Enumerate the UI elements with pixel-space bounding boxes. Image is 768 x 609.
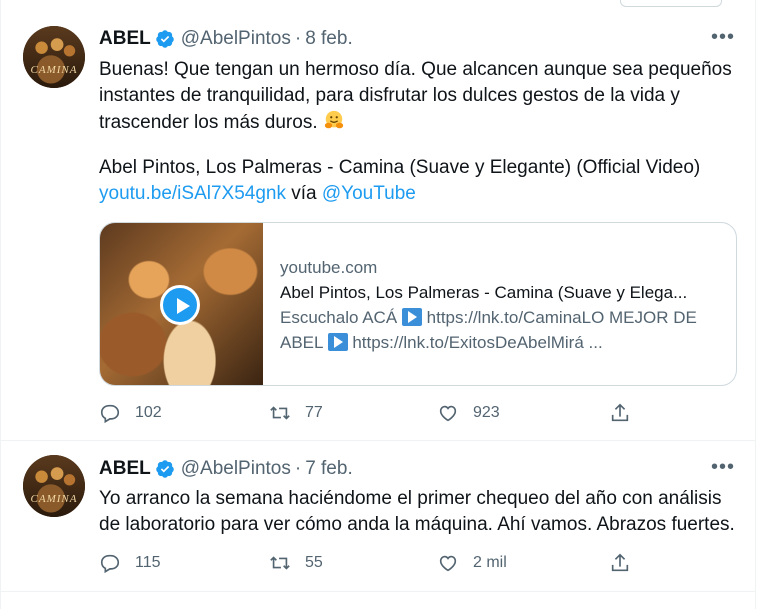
author-name[interactable]: ABEL [99, 28, 151, 50]
like-icon [439, 405, 457, 422]
tweet-text: Yo arranco la semana haciéndome el prime… [99, 488, 735, 535]
reply-icon [100, 554, 120, 574]
author-name[interactable]: ABEL [99, 458, 151, 480]
tweet-header: ABEL @AbelPintos · 8 feb. [99, 27, 353, 51]
tweet-date[interactable]: 7 feb. [305, 458, 353, 480]
reply-button[interactable]: 102 [99, 402, 162, 424]
play-button-emoji-icon [327, 333, 348, 351]
avatar-image [23, 455, 85, 517]
author-handle[interactable]: @AbelPintos [181, 458, 291, 480]
timeline: CAMINA ABEL @AbelPintos · 8 feb. ••• Bue… [0, 0, 768, 609]
share-icon [611, 553, 629, 572]
like-count: 2 mil [473, 554, 507, 571]
like-button[interactable]: 923 [437, 402, 500, 424]
separator-dot: · [294, 28, 302, 49]
retweet-button[interactable]: 77 [269, 402, 323, 424]
retweet-icon [270, 556, 290, 570]
share-icon [611, 403, 629, 422]
video-thumbnail [100, 223, 263, 385]
avatar[interactable]: CAMINA [23, 26, 85, 88]
tweet-header: ABEL @AbelPintos · 7 feb. [99, 457, 353, 481]
like-icon [439, 555, 457, 572]
card-desc-part: Escuchalo ACÁ [280, 308, 398, 327]
verified-badge-icon [155, 460, 174, 478]
verified-badge-icon [155, 30, 174, 48]
reply-count: 115 [135, 554, 161, 571]
link-preview-card[interactable]: youtube.com Abel Pintos, Los Palmeras - … [99, 222, 737, 386]
tweet[interactable]: CAMINA ABEL @AbelPintos · 8 feb. ••• Bue… [1, 0, 755, 441]
via-text: vía [291, 183, 317, 204]
retweet-count: 55 [305, 554, 323, 571]
retweet-icon [270, 406, 290, 420]
card-desc-part: https://lnk.to/ExitosDeAbelMirá ... [352, 333, 603, 352]
separator-dot: · [294, 458, 302, 479]
play-icon[interactable] [160, 285, 200, 325]
hugging-face-emoji-icon [324, 110, 344, 129]
youtube-mention[interactable]: @YouTube [322, 183, 416, 204]
reply-icon [100, 404, 120, 424]
avatar-logo-text: CAMINA [30, 64, 78, 76]
youtube-link[interactable]: youtu.be/iSAl7X54gnk [99, 183, 286, 204]
reply-button[interactable]: 115 [99, 552, 161, 574]
card-domain: youtube.com [280, 258, 378, 277]
card-title: Abel Pintos, Los Palmeras - Camina (Suav… [280, 283, 688, 302]
like-button[interactable]: 2 mil [437, 552, 507, 574]
card-body: youtube.com Abel Pintos, Los Palmeras - … [280, 255, 726, 355]
video-title-text: Abel Pintos, Los Palmeras - Camina (Suav… [99, 157, 701, 178]
like-count: 923 [473, 404, 500, 421]
retweet-count: 77 [305, 404, 323, 421]
author-handle[interactable]: @AbelPintos [181, 28, 291, 50]
column-border-right [755, 0, 756, 609]
retweet-button[interactable]: 55 [269, 552, 323, 574]
tweet[interactable]: CAMINA ABEL @AbelPintos · 7 feb. ••• Yo … [1, 441, 755, 592]
tweet-actions: 102 77 923 [99, 402, 659, 426]
tweet-text: Buenas! Que tengan un hermoso día. Que a… [99, 57, 739, 136]
more-icon[interactable]: ••• [711, 26, 735, 49]
avatar-image [23, 26, 85, 88]
tweet-date[interactable]: 8 feb. [305, 28, 353, 50]
tweet-text-link-block: Abel Pintos, Los Palmeras - Camina (Suav… [99, 155, 739, 207]
card-description: Escuchalo ACÁ https://lnk.to/CaminaLO ME… [280, 305, 726, 355]
tweet-text-body: Buenas! Que tengan un hermoso día. Que a… [99, 59, 732, 133]
avatar-logo-text: CAMINA [30, 493, 78, 505]
play-button-emoji-icon [401, 308, 422, 326]
more-icon[interactable]: ••• [711, 456, 735, 479]
avatar[interactable]: CAMINA [23, 455, 85, 517]
reply-count: 102 [135, 404, 162, 421]
tweet-actions: 115 55 2 mil [99, 552, 659, 576]
share-button[interactable] [609, 402, 645, 424]
share-button[interactable] [609, 552, 645, 574]
